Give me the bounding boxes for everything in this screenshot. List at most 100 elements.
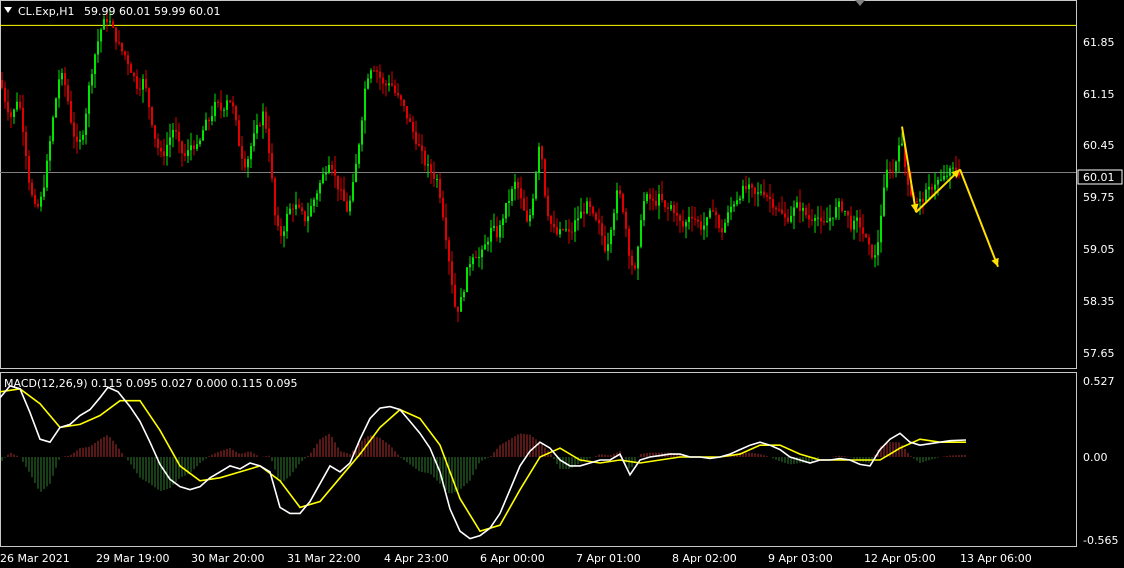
candle-body — [373, 70, 375, 72]
candle-body — [418, 144, 420, 146]
candle-body — [79, 139, 81, 142]
candle-body — [220, 102, 222, 111]
candle-body — [334, 169, 336, 176]
price-tick: 57.65 — [1083, 347, 1115, 360]
candle-body — [310, 205, 312, 217]
time-axis: 26 Mar 2021 29 Mar 19:00 30 Mar 20:00 31… — [0, 552, 1032, 565]
candle-body — [271, 153, 273, 179]
ohlc-readout: 59.99 60.01 59.99 60.01 — [84, 5, 220, 18]
candle-body — [265, 111, 267, 129]
candle-body — [523, 198, 525, 211]
candle-body — [487, 241, 489, 245]
candle-body — [553, 223, 555, 228]
candle-body — [193, 145, 195, 149]
candle-body — [895, 161, 897, 172]
candle-body — [133, 72, 135, 77]
candle-body — [625, 211, 627, 229]
candle-body — [208, 119, 210, 122]
candle-body — [397, 92, 399, 96]
candle-body — [331, 164, 333, 170]
candle-body — [499, 225, 501, 238]
time-label: 13 Apr 06:00 — [960, 552, 1032, 565]
candle-body — [700, 221, 702, 230]
candle-body — [34, 195, 36, 204]
candle-body — [121, 43, 123, 52]
candle-body — [403, 99, 405, 107]
candle-body — [526, 210, 528, 222]
candle-body — [28, 156, 30, 183]
candle-body — [835, 207, 837, 218]
candle-body — [787, 217, 789, 222]
candle-body — [766, 195, 768, 197]
macd-tick: 0.00 — [1083, 451, 1108, 464]
candle-body — [898, 145, 900, 162]
candle-body — [859, 217, 861, 228]
candle-body — [322, 174, 324, 184]
candle-body — [376, 70, 378, 72]
candle-body — [352, 182, 354, 201]
candle-body — [370, 70, 372, 79]
macd-label: MACD(12,26,9) 0.115 0.095 0.027 0.000 0.… — [4, 377, 297, 390]
candle-body — [16, 101, 18, 110]
candle-body — [502, 218, 504, 226]
candle-body — [172, 129, 174, 138]
candle-body — [931, 186, 933, 190]
candle-body — [262, 111, 264, 126]
candle-body — [613, 213, 615, 230]
candle-body — [682, 220, 684, 227]
candle-body — [175, 129, 177, 132]
candle-body — [304, 211, 306, 222]
candle-body — [940, 179, 942, 181]
candle-body — [697, 219, 699, 222]
candle-body — [586, 201, 588, 214]
chart-background — [0, 0, 1124, 568]
candle-body — [535, 173, 537, 199]
time-label: 26 Mar 2021 — [0, 552, 70, 565]
candle-body — [436, 178, 438, 180]
candle-body — [433, 172, 435, 179]
candle-body — [94, 54, 96, 75]
candle-body — [235, 106, 237, 121]
candle-body — [451, 261, 453, 285]
candle-body — [148, 88, 150, 108]
candle-body — [199, 140, 201, 145]
candle-body — [217, 102, 219, 104]
candle-body — [475, 257, 477, 259]
candle-body — [415, 131, 417, 145]
candle-body — [457, 306, 459, 312]
candle-body — [76, 136, 78, 142]
candle-body — [850, 215, 852, 230]
candle-body — [73, 122, 75, 137]
candle-body — [514, 181, 516, 190]
candle-body — [655, 200, 657, 206]
candle-body — [868, 237, 870, 245]
candle-body — [892, 171, 894, 173]
candle-body — [115, 27, 117, 43]
candle-body — [127, 55, 129, 65]
candle-body — [589, 201, 591, 207]
candle-body — [508, 201, 510, 203]
candle-body — [82, 134, 84, 140]
candle-body — [118, 42, 120, 44]
candle-body — [169, 137, 171, 145]
candle-body — [364, 88, 366, 121]
candle-body — [826, 221, 828, 223]
current-price-label: 60.01 — [1083, 171, 1115, 184]
candle-body — [844, 210, 846, 212]
candle-body — [718, 215, 720, 229]
candle-body — [790, 215, 792, 222]
candle-body — [730, 206, 732, 213]
price-tick: 61.85 — [1083, 36, 1115, 49]
time-label: 30 Mar 20:00 — [191, 552, 264, 565]
candle-body — [343, 189, 345, 202]
candle-body — [529, 215, 531, 222]
candle-body — [631, 255, 633, 266]
candle-body — [7, 101, 9, 113]
candle-body — [100, 29, 102, 42]
candle-body — [703, 225, 705, 230]
candle-body — [346, 201, 348, 212]
candle-body — [610, 229, 612, 245]
chart-canvas[interactable]: CL.Exp,H1 59.99 60.01 59.99 60.01 61.85 … — [0, 0, 1124, 568]
candle-body — [298, 204, 300, 208]
candle-body — [445, 217, 447, 241]
